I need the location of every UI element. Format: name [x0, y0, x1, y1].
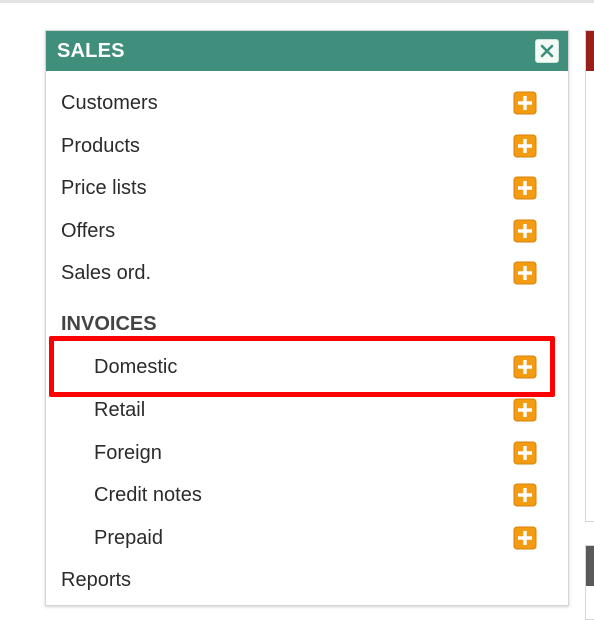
plus-square-icon[interactable]: [513, 398, 537, 422]
close-icon: [540, 44, 554, 58]
adjacent-panel-lower: [585, 545, 594, 620]
menu-item-products[interactable]: Products: [46, 126, 568, 166]
menu-item-offers[interactable]: Offers: [46, 211, 568, 251]
menu-item-price-lists[interactable]: Price lists: [46, 168, 568, 208]
menu-item-sales-orders[interactable]: Sales ord.: [46, 253, 568, 293]
menu-item-label: Prepaid: [94, 527, 163, 549]
plus-square-icon[interactable]: [513, 441, 537, 465]
plus-square-icon[interactable]: [513, 483, 537, 507]
plus-square-icon[interactable]: [513, 91, 537, 115]
plus-square-icon[interactable]: [513, 526, 537, 550]
adjacent-panel: [585, 30, 594, 522]
sales-panel: SALES Customers Products Price lists Off…: [45, 30, 569, 606]
adjacent-panel-header: [586, 31, 594, 71]
menu-item-retail[interactable]: Retail: [46, 390, 568, 430]
menu-item-label: Retail: [94, 399, 146, 421]
menu-item-label: Credit notes: [94, 484, 202, 506]
menu-item-prepaid[interactable]: Prepaid: [46, 518, 568, 558]
menu-item-domestic[interactable]: Domestic: [46, 347, 568, 387]
menu-item-label: Sales ord.: [61, 262, 152, 284]
menu-item-label: Price lists: [61, 177, 147, 199]
menu-item-customers[interactable]: Customers: [46, 83, 568, 123]
top-divider: [0, 0, 594, 3]
menu-item-label: Domestic: [94, 356, 178, 378]
menu-item-label: Offers: [61, 220, 116, 242]
menu-item-label: Reports: [61, 569, 132, 591]
plus-square-icon[interactable]: [513, 355, 537, 379]
menu-item-credit-notes[interactable]: Credit notes: [46, 475, 568, 515]
menu-item-foreign[interactable]: Foreign: [46, 433, 568, 473]
adjacent-panel-lower-header: [586, 546, 594, 586]
invoices-section-title: INVOICES: [61, 313, 157, 335]
menu-item-label: Products: [61, 135, 140, 157]
menu-item-label: Customers: [61, 92, 158, 114]
panel-title: SALES: [57, 40, 125, 62]
plus-square-icon[interactable]: [513, 134, 537, 158]
plus-square-icon[interactable]: [513, 176, 537, 200]
panel-header: SALES: [46, 31, 568, 71]
menu-item-label: Foreign: [94, 442, 162, 464]
plus-square-icon[interactable]: [513, 219, 537, 243]
close-button[interactable]: [535, 39, 559, 63]
menu-item-reports[interactable]: Reports: [46, 560, 568, 600]
plus-square-icon[interactable]: [513, 261, 537, 285]
